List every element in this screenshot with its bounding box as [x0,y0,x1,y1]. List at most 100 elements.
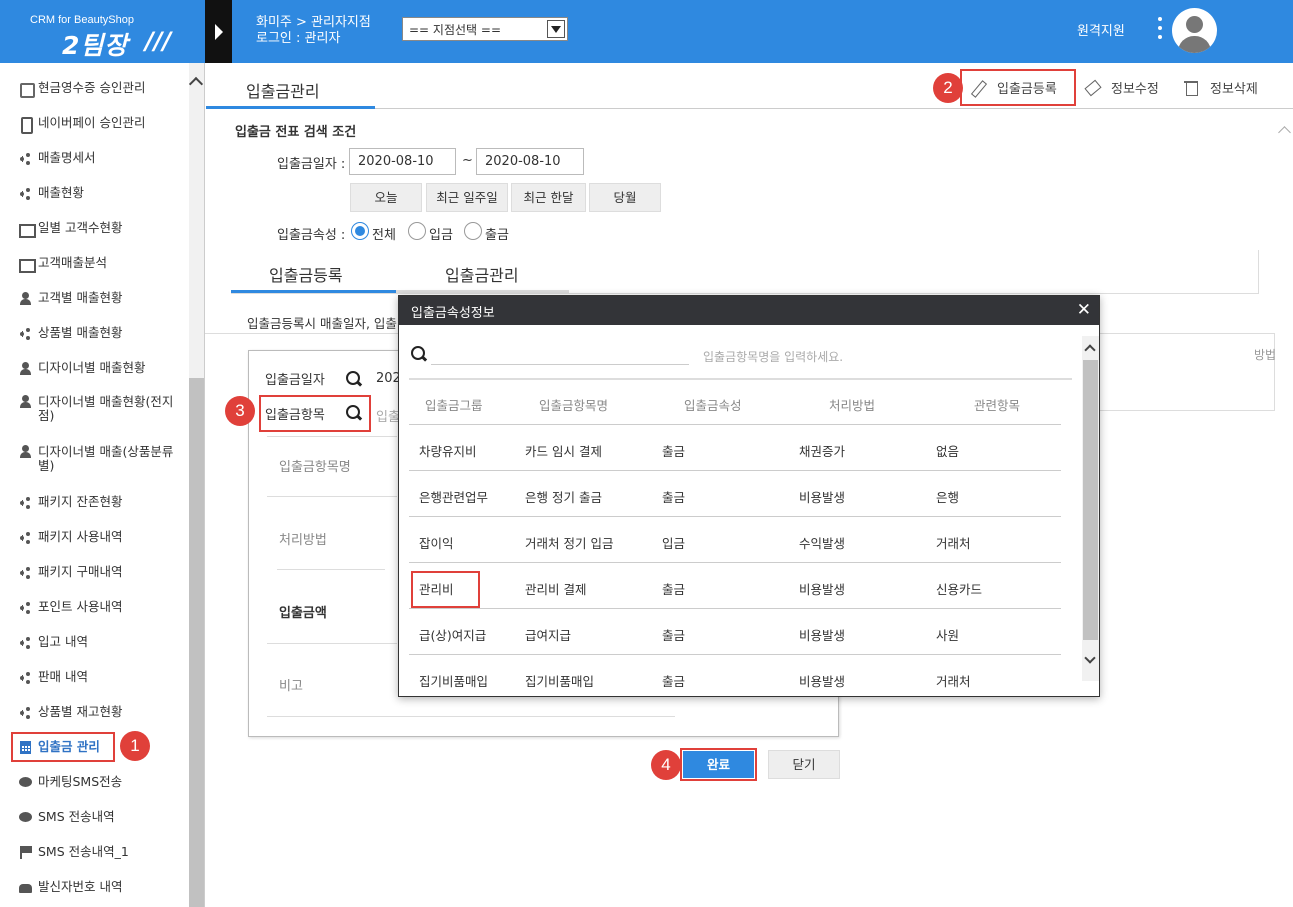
sidebar-item-sender-numbers[interactable]: 발신자번호 내역 [19,877,122,897]
cell-related: 사원 [936,628,960,643]
tab-manage[interactable]: 입출금관리 [445,262,519,286]
menu-toggle-button[interactable] [205,0,232,63]
chevron-up-icon[interactable] [1278,126,1291,139]
sidebar-item-sales-statement[interactable]: 매출명세서 [19,148,96,168]
close-button[interactable]: 닫기 [768,750,840,779]
sidebar-item-designer-sales-by-category[interactable]: 디자이너별 매출(상품분류별) [19,445,184,473]
cell-related: 거래처 [936,536,971,551]
chat-icon [19,811,32,824]
modal-scrollbar[interactable] [1082,336,1099,681]
divider [409,470,1061,471]
search-icon[interactable] [346,371,362,387]
divider [267,716,675,717]
cell-attribute: 출금 [662,582,686,597]
cell-item-name: 관리비 결제 [525,582,587,597]
user-icon [19,361,32,375]
sidebar-item-sales-history[interactable]: 판매 내역 [19,667,88,687]
date-from-input[interactable]: 2020-08-10 [349,148,456,175]
delete-button[interactable]: 정보삭제 [1183,78,1258,97]
close-icon[interactable]: ✕ [1077,300,1091,320]
form-method-label: 처리방법 [279,533,327,548]
share-icon [19,671,32,684]
sidebar-item-sales-by-designer-all[interactable]: 디자이너별 매출현황(전지점) [19,395,184,423]
telephone-icon [19,881,32,894]
share-icon [19,601,32,614]
active-tab-indicator [206,106,375,109]
step-badge-4: 4 [651,750,681,780]
last-week-button[interactable]: 최근 일주일 [426,183,508,212]
sidebar-item-inventory-by-product[interactable]: 상품별 재고현황 [19,702,122,722]
cell-group: 집기비품매입 [419,674,489,689]
type-label: 입출금속성 : [277,228,346,243]
radio-withdraw[interactable] [464,222,482,240]
branch-select[interactable]: == 지점선택 == [402,17,568,41]
sidebar-item-stock-in[interactable]: 입고 내역 [19,632,88,652]
sidebar-item-package-remaining[interactable]: 패키지 잔존현황 [19,492,122,512]
chevron-down-icon[interactable] [1084,652,1096,664]
sidebar-item-daily-customers[interactable]: 일별 고객수현황 [19,218,122,238]
edit-button[interactable]: 정보수정 [1084,78,1159,97]
register-notice: 입출금등록시 매출일자, 입출 [247,316,397,331]
tab-cash-management[interactable]: 입출금관리 [246,78,320,102]
tab-register[interactable]: 입출금등록 [269,262,343,286]
sidebar-item-cash-receipt[interactable]: 현금영수증 승인관리 [19,78,145,98]
id-card-icon [19,222,36,238]
radio-deposit[interactable] [408,222,426,240]
sidebar-item-package-usage[interactable]: 패키지 사용내역 [19,527,122,547]
cell-related: 없음 [936,444,960,459]
sidebar-item-sms-history-1[interactable]: SMS 전송내역_1 [19,842,129,862]
cell-item-name: 급여지급 [525,628,572,643]
chevron-down-icon[interactable] [547,20,565,38]
form-item-input[interactable]: 입출 [376,406,400,425]
divider [409,562,1061,563]
logo-subtitle: CRM for BeautyShop [30,14,134,26]
sidebar-item-marketing-sms[interactable]: 마케팅SMS전송 [19,772,122,792]
avatar[interactable] [1172,8,1217,53]
sidebar-item-sales-by-product[interactable]: 상품별 매출현황 [19,323,122,343]
sidebar-item-sales-by-customer[interactable]: 고객별 매출현황 [19,288,122,308]
column-header-method: 처리방법 [829,398,876,413]
user-icon [19,291,32,305]
login-info: 로그인 : 관리자 [256,31,341,46]
shop-name: 화미주 > 관리자지점 [256,15,371,30]
date-to-input[interactable]: 2020-08-10 [476,148,584,175]
cell-method: 수익발생 [799,536,846,551]
cell-method: 채권증가 [799,444,846,459]
chevron-up-icon[interactable] [1084,344,1096,356]
cell-method: 비용발생 [799,582,846,597]
remote-support-link[interactable]: 원격지원 [1077,20,1125,39]
sidebar-item-sms-history[interactable]: SMS 전송내역 [19,807,115,827]
sidebar-item-point-usage[interactable]: 포인트 사용내역 [19,597,122,617]
column-header-group: 입출금그룹 [425,398,483,413]
sidebar-item-sales-by-designer[interactable]: 디자이너별 매출현황 [19,358,145,378]
share-icon [19,636,32,649]
this-month-button[interactable]: 당월 [589,183,661,212]
cell-attribute: 출금 [662,444,686,459]
step-badge-3: 3 [225,396,255,426]
sidebar-item-naverpay[interactable]: 네이버페이 승인관리 [19,113,145,134]
sidebar-scroll-thumb[interactable] [189,378,204,907]
cell-attribute: 입금 [662,536,686,551]
chat-icon [19,776,32,789]
divider [205,333,400,334]
modal-search-input[interactable] [432,343,689,363]
sidebar-item-package-purchase[interactable]: 패키지 구매내역 [19,562,122,582]
annotation-box-2 [960,69,1076,106]
column-header-related: 관련항목 [974,398,1021,413]
eraser-icon [1084,80,1100,96]
modal-scroll-thumb[interactable] [1083,360,1098,640]
radio-all[interactable] [351,222,369,240]
kebab-menu-icon[interactable] [1156,17,1164,43]
today-button[interactable]: 오늘 [350,183,422,212]
app-logo[interactable]: CRM for BeautyShop 2팀장 /// [0,0,205,63]
form-date-label: 입출금일자 [265,373,325,388]
last-month-button[interactable]: 최근 한달 [511,183,586,212]
share-icon [19,706,32,719]
sidebar-item-customer-sales-analysis[interactable]: 고객매출분석 [19,253,107,273]
sidebar-item-sales-status[interactable]: 매출현황 [19,183,84,203]
cell-attribute: 출금 [662,674,686,689]
divider [409,608,1061,609]
cell-attribute: 출금 [662,628,686,643]
form-amount-label: 입출금액 [279,606,327,621]
step-badge-1: 1 [120,731,150,761]
